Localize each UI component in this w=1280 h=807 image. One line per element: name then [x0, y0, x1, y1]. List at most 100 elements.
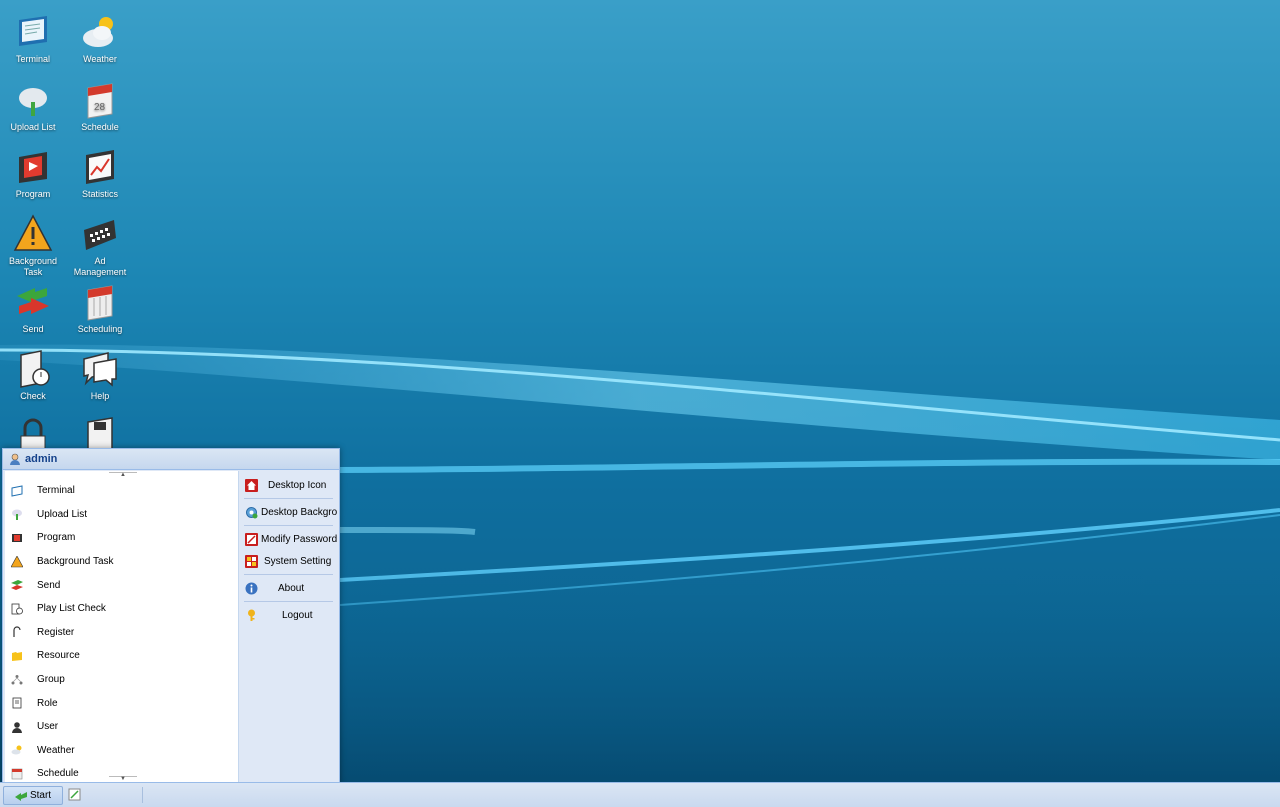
desktop-icon-label: Background Task	[8, 256, 58, 277]
desktop-icon-label: Weather	[83, 54, 117, 64]
menu-item-register[interactable]: Register	[5, 621, 238, 645]
user-avatar-icon	[10, 453, 20, 465]
taskbar: Start	[0, 782, 1280, 807]
start-menu-username: admin	[25, 453, 58, 465]
start-menu: admin ▲ Terminal Upload List Program Bac…	[2, 448, 340, 786]
tool-label: Desktop Backgrou	[261, 506, 337, 518]
menu-item-label: Role	[37, 697, 58, 709]
desktop-icon-label: Program	[15, 189, 51, 199]
desktop-icon-background-task[interactable]: Background Task	[2, 214, 64, 278]
menu-item-label: Weather	[37, 744, 75, 756]
menu-item-upload-list[interactable]: Upload List	[5, 503, 238, 527]
scroll-up-arrow-icon[interactable]: ▲	[109, 472, 137, 478]
taskbar-divider	[142, 787, 143, 803]
program-icon	[12, 533, 22, 542]
ad-management-icon	[84, 220, 116, 250]
desktop-icon-send[interactable]: Send	[2, 282, 64, 335]
desktop-icon-terminal[interactable]: Terminal	[2, 12, 64, 65]
start-menu-header: admin	[3, 449, 339, 470]
menu-divider	[244, 574, 333, 575]
menu-item-user[interactable]: User	[5, 715, 238, 739]
menu-item-group[interactable]: Group	[5, 668, 238, 692]
tool-modify-password[interactable]: Modify Password	[240, 528, 337, 550]
menu-item-label: Group	[37, 674, 65, 686]
desktop-icon-upload-list[interactable]: Upload List	[2, 80, 64, 133]
desktop-icon-help[interactable]: Help	[69, 349, 131, 402]
menu-item-program[interactable]: Program	[5, 526, 238, 550]
terminal-icon	[19, 16, 47, 46]
user-icon	[12, 721, 22, 733]
menu-item-terminal[interactable]: Terminal	[5, 479, 238, 503]
terminal-icon	[11, 485, 23, 497]
desktop-icon-label: Upload List	[10, 122, 56, 132]
tool-label: About	[278, 582, 305, 594]
tool-label: Modify Password	[261, 533, 337, 545]
menu-item-play-list-check[interactable]: Play List Check	[5, 597, 238, 621]
menu-item-role[interactable]: Role	[5, 691, 238, 715]
menu-item-label: Resource	[37, 650, 80, 662]
background-task-icon	[13, 214, 53, 251]
send-icon	[17, 288, 49, 314]
send-icon	[11, 580, 23, 591]
menu-item-resource[interactable]: Resource	[5, 644, 238, 668]
menu-item-label: Schedule	[37, 768, 79, 780]
start-menu-tools: Desktop Icon Desktop Backgrou Modify Pas…	[240, 471, 337, 783]
start-button-label: Start	[29, 790, 52, 801]
tool-about[interactable]: About	[240, 577, 337, 599]
tool-label: Desktop Icon	[268, 479, 327, 491]
desktop-icon-statistics[interactable]: Statistics	[69, 147, 131, 200]
upload-list-icon	[12, 509, 22, 521]
menu-divider	[244, 601, 333, 602]
register-icon	[13, 626, 21, 638]
desktop-icon-program[interactable]: Program	[2, 147, 64, 200]
desktop-icon-ad-management[interactable]: Ad Management	[69, 214, 131, 278]
tool-desktop-icon[interactable]: Desktop Icon	[240, 474, 337, 496]
help-icon	[83, 352, 117, 387]
desktop-icon-label: Statistics	[81, 189, 118, 199]
start-button[interactable]: Start	[3, 786, 63, 805]
system-setting-icon	[245, 554, 258, 568]
key-icon	[248, 609, 255, 621]
desktop-icon-scheduling[interactable]: Scheduling	[69, 282, 131, 335]
menu-divider	[244, 498, 333, 499]
desktop-icon-label: Scheduling	[77, 324, 123, 334]
group-icon	[11, 674, 23, 685]
check-icon	[20, 350, 50, 388]
menu-item-label: Send	[37, 579, 61, 591]
desktop-icon-check[interactable]: Check	[2, 349, 64, 402]
menu-item-label: Upload List	[37, 508, 88, 520]
weather-icon	[83, 17, 113, 47]
menu-item-send[interactable]: Send	[5, 573, 238, 597]
start-menu-app-list: ▲ Terminal Upload List Program Backgroun…	[5, 471, 239, 783]
weather-icon	[11, 745, 22, 755]
tool-system-setting[interactable]: System Setting	[240, 550, 337, 572]
edit-icon[interactable]	[68, 788, 81, 801]
menu-item-label: Background Task	[37, 556, 114, 568]
start-icon	[14, 791, 27, 801]
schedule-icon: 28	[87, 83, 113, 119]
desktop-icon-label: Ad Management	[73, 256, 127, 277]
tool-label: Logout	[282, 609, 313, 621]
tool-desktop-background[interactable]: Desktop Backgrou	[240, 501, 337, 523]
play-list-check-icon	[11, 603, 23, 615]
tool-label: System Setting	[264, 555, 332, 567]
svg-text:28: 28	[94, 102, 106, 113]
role-icon	[12, 697, 22, 709]
home-icon	[245, 478, 258, 492]
tool-logout[interactable]: Logout	[240, 604, 337, 626]
desktop-icon-label: Help	[90, 391, 110, 401]
menu-item-label: Play List Check	[37, 603, 106, 615]
desktop-icon-schedule[interactable]: 28 Schedule	[69, 80, 131, 133]
desktop-icon-label: Terminal	[15, 54, 50, 64]
menu-item-background-task[interactable]: Background Task	[5, 550, 238, 574]
menu-item-weather[interactable]: Weather	[5, 739, 238, 763]
background-task-icon	[11, 555, 23, 567]
menu-item-label: User	[37, 721, 59, 733]
statistics-icon	[86, 150, 114, 184]
program-icon	[19, 152, 47, 183]
menu-item-label: Register	[37, 626, 75, 638]
gear-icon	[246, 506, 258, 518]
resource-icon	[12, 651, 22, 661]
desktop-icon-weather[interactable]: Weather	[69, 12, 131, 65]
scheduling-icon	[87, 285, 113, 321]
